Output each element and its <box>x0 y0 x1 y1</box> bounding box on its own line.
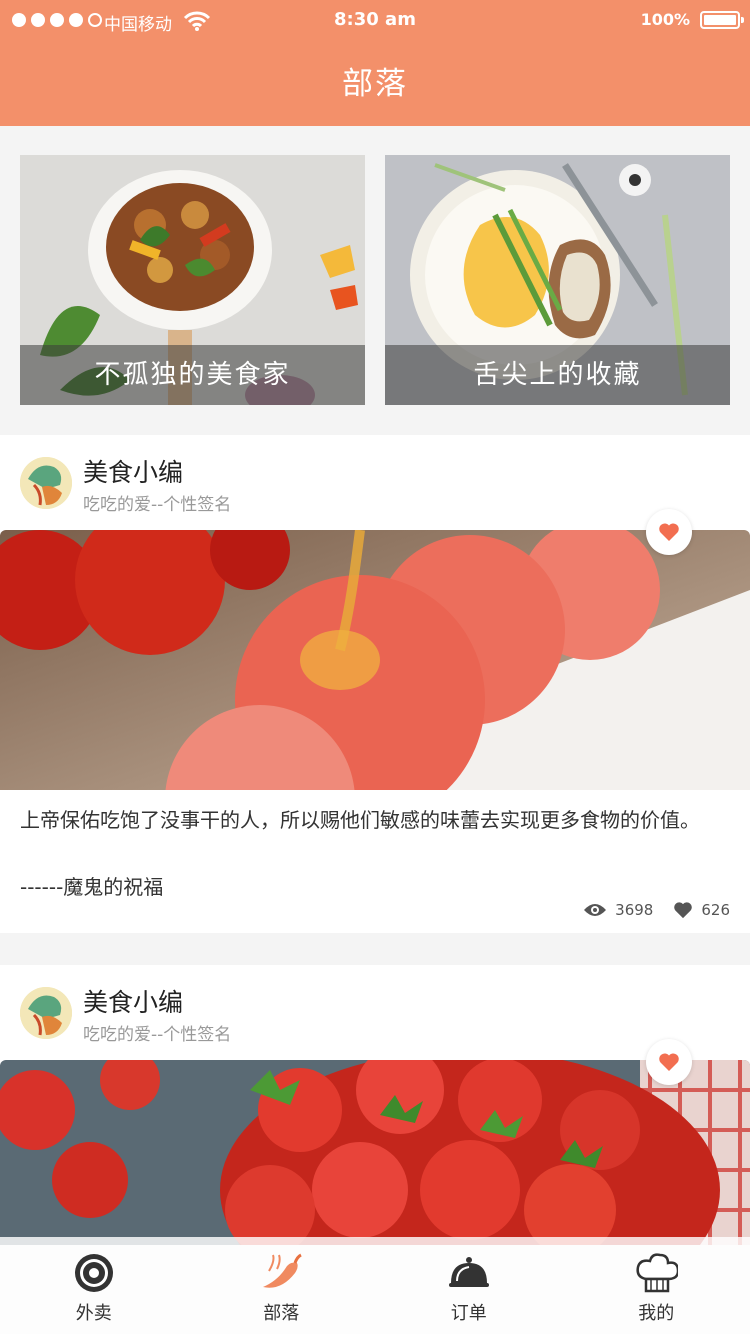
avatar[interactable] <box>20 457 72 509</box>
tab-bar: 外卖 部落 订单 我的 <box>0 1237 750 1334</box>
author-name[interactable]: 美食小编 <box>83 983 183 1019</box>
chef-hat-icon <box>636 1253 679 1293</box>
tab-label: 订单 <box>450 1303 487 1324</box>
tomato-dessert-image <box>0 530 750 790</box>
view-count: 3698 <box>615 901 654 919</box>
category-cards: 不孤独的美食家 舌尖上的收藏 <box>20 155 730 405</box>
strawberries-image <box>0 1060 750 1245</box>
like-count: 626 <box>701 901 730 919</box>
tab-label: 外卖 <box>75 1303 112 1324</box>
gear-icon <box>74 1254 113 1292</box>
tab-label: 我的 <box>638 1303 675 1324</box>
post-card: 美食小编 吃吃的爱--个性签名 <box>0 965 750 1245</box>
page-title: 部落 <box>342 66 408 102</box>
tab-mine[interactable]: 我的 <box>563 1237 750 1334</box>
like-button[interactable] <box>646 509 692 555</box>
tab-label: 部落 <box>263 1303 300 1324</box>
avatar[interactable] <box>20 987 72 1039</box>
post-stats: 3698 626 <box>583 901 730 919</box>
status-bar: 中国移动 8:30 am 100% <box>0 0 750 40</box>
post-card: 美食小编 吃吃的爱--个性签名 上帝保佑吃饱了没事干的人，所以赐他们敏感的味蕾去… <box>0 435 750 933</box>
tab-orders[interactable]: 订单 <box>375 1237 563 1334</box>
battery-icon <box>700 11 744 29</box>
heart-icon <box>659 1053 679 1071</box>
post-photo[interactable] <box>0 1060 750 1245</box>
author-signature: 吃吃的爱--个性签名 <box>83 495 232 515</box>
cloche-icon <box>448 1257 489 1287</box>
author-signature: 吃吃的爱--个性签名 <box>83 1025 232 1045</box>
author-name[interactable]: 美食小编 <box>83 453 183 489</box>
post-quote-author: ------魔鬼的祝福 <box>20 875 164 899</box>
eye-icon <box>584 904 607 916</box>
post-photo[interactable] <box>0 530 750 790</box>
category-label: 舌尖上的收藏 <box>385 345 730 405</box>
heart-icon <box>659 523 679 541</box>
chili-icon <box>263 1253 302 1288</box>
status-time: 8:30 am <box>334 9 416 30</box>
tab-tribe[interactable]: 部落 <box>188 1237 376 1334</box>
category-card-lonely-gourmet[interactable]: 不孤独的美食家 <box>20 155 365 405</box>
category-card-tongue-collection[interactable]: 舌尖上的收藏 <box>385 155 730 405</box>
post-quote: 上帝保佑吃饱了没事干的人，所以赐他们敏感的味蕾去实现更多食物的价值。 <box>20 808 700 832</box>
category-label: 不孤独的美食家 <box>20 345 365 405</box>
tab-takeout[interactable]: 外卖 <box>0 1237 188 1334</box>
app-header: 中国移动 8:30 am 100% 部落 <box>0 0 750 126</box>
heart-icon <box>674 902 693 919</box>
battery-percent: 100% <box>640 10 690 29</box>
like-button[interactable] <box>646 1039 692 1085</box>
